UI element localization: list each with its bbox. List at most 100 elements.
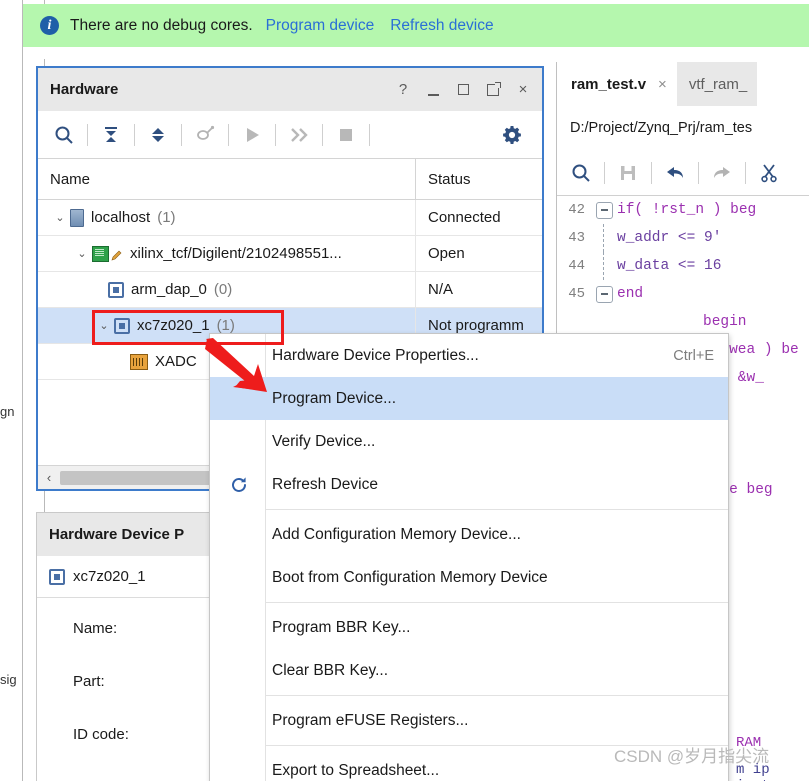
tree-item-status: Connected (428, 209, 501, 226)
minimize-icon[interactable] (425, 80, 441, 99)
maximize-icon[interactable] (455, 82, 471, 98)
line-number: 45 (568, 286, 585, 302)
toolbar-separator (698, 161, 699, 184)
hardware-panel-titlebar: Hardware ? × (38, 68, 542, 111)
table-row[interactable]: arm_dap_0 (0) N/A (38, 272, 542, 308)
menu-item-clear-bbr-key[interactable]: Clear BBR Key... (210, 649, 728, 692)
menu-item-program-bbr-key[interactable]: Program BBR Key... (210, 606, 728, 649)
code-text: if( !rst_n ) beg (617, 202, 757, 218)
tab-ram_test-v[interactable]: ram_test.v × (557, 62, 677, 106)
chip-icon (114, 317, 130, 334)
tree-item-status: Open (428, 245, 465, 262)
menu-item-label: Clear BBR Key... (272, 661, 389, 679)
tree-item-label: XADC (155, 353, 197, 370)
chevron-down-icon[interactable]: ⌄ (50, 211, 70, 224)
menu-item-boot-from-configuration-memory-device[interactable]: Boot from Configuration Memory Device (210, 556, 728, 599)
search-icon[interactable] (46, 118, 82, 152)
search-icon[interactable] (563, 156, 599, 190)
auto-connect-icon[interactable] (187, 118, 223, 152)
toolbar-separator (87, 123, 88, 146)
menu-item-label: Program Device... (272, 389, 397, 407)
menu-item-export-to-spreadsheet[interactable]: Export to Spreadsheet... (210, 749, 728, 781)
column-header-status: Status (428, 170, 471, 188)
tree-item-status: N/A (428, 281, 454, 298)
toolbar-separator (275, 123, 276, 146)
menu-separator (266, 745, 728, 746)
chevron-down-icon[interactable]: ⌄ (94, 319, 114, 332)
code-fragment-instance: m ip insta (736, 762, 778, 781)
code-line: 44 w_data <= 16 (557, 252, 809, 280)
help-icon[interactable]: ? (395, 82, 411, 98)
menu-item-hardware-device-properties[interactable]: Hardware Device Properties... Ctrl+E (210, 334, 728, 377)
debug-cores-banner: i There are no debug cores. Program devi… (23, 4, 809, 47)
tree-item-count: (0) (213, 281, 233, 298)
menu-item-label: Hardware Device Properties... (272, 346, 479, 364)
device-name: xc7z020_1 (73, 568, 146, 585)
scroll-left-arrow[interactable]: ‹ (38, 467, 60, 489)
table-row[interactable]: ⌄ xilinx_tcf/Digilent/2102498551... Open (38, 236, 542, 272)
tree-item-count: (1) (216, 317, 235, 334)
menu-item-program-efuse-registers[interactable]: Program eFUSE Registers... (210, 699, 728, 742)
menu-item-refresh-device[interactable]: Refresh Device (210, 463, 728, 506)
code-line: begin (557, 308, 809, 336)
refresh-device-link[interactable]: Refresh device (390, 17, 493, 35)
menu-item-label: Verify Device... (272, 432, 376, 450)
menu-item-label: Add Configuration Memory Device... (272, 525, 521, 543)
menu-separator (266, 602, 728, 603)
code-text: begin (703, 314, 747, 330)
menu-separator (266, 509, 728, 510)
table-row[interactable]: ⌄ localhost (1) Connected (38, 200, 542, 236)
float-icon[interactable] (485, 81, 501, 98)
toolbar-separator (322, 123, 323, 146)
tab-vtf_ram[interactable]: vtf_ram_ (676, 62, 758, 106)
chip-icon (108, 281, 124, 298)
code-line: 43 w_addr <= 9' (557, 224, 809, 252)
toolbar-separator (228, 123, 229, 146)
menu-separator (266, 695, 728, 696)
column-header-name: Name (38, 159, 416, 199)
tree-item-label: localhost (91, 209, 151, 226)
redo-icon[interactable] (704, 156, 740, 190)
fold-guide (591, 224, 617, 252)
chip-icon (49, 568, 65, 585)
left-strip-label-bottom: sig (0, 672, 17, 687)
menu-item-add-configuration-memory-device[interactable]: Add Configuration Memory Device... (210, 513, 728, 556)
tree-item-label: xc7z020_1 (137, 317, 210, 334)
code-line: 42 if( !rst_n ) beg (557, 196, 809, 224)
settings-gear-icon[interactable] (494, 118, 530, 152)
banner-spacer (23, 47, 809, 59)
menu-item-shortcut: Ctrl+E (673, 347, 714, 364)
menu-item-label: Boot from Configuration Memory Device (272, 568, 548, 586)
undo-icon[interactable] (657, 156, 693, 190)
fold-marker-open[interactable] (591, 201, 617, 219)
close-icon[interactable]: × (658, 76, 667, 93)
stop-icon[interactable] (328, 118, 364, 152)
menu-item-verify-device[interactable]: Verify Device... (210, 420, 728, 463)
hardware-toolbar (38, 111, 542, 159)
step-forward-icon[interactable] (281, 118, 317, 152)
collapse-all-icon[interactable] (93, 118, 129, 152)
chevron-down-icon[interactable]: ⌄ (72, 247, 92, 260)
save-icon[interactable] (610, 156, 646, 190)
tab-label: ram_test.v (571, 75, 647, 93)
menu-item-label: Export to Spreadsheet... (272, 761, 440, 779)
program-device-link[interactable]: Program device (266, 17, 375, 35)
run-icon[interactable] (234, 118, 270, 152)
toolbar-separator (651, 161, 652, 184)
left-strip-label-top: gn (0, 404, 15, 419)
context-menu: Hardware Device Properties... Ctrl+E Pro… (209, 333, 729, 781)
toolbar-separator (369, 123, 370, 146)
tree-item-label: arm_dap_0 (131, 281, 207, 298)
code-text: w_addr <= 9' (617, 230, 722, 246)
cut-icon[interactable] (751, 156, 787, 190)
line-number: 42 (568, 202, 585, 218)
toolbar-separator (134, 123, 135, 146)
menu-item-label: Refresh Device (272, 475, 378, 493)
banner-message: There are no debug cores. (70, 16, 253, 34)
code-text: end (617, 286, 644, 302)
expand-collapse-icon[interactable] (140, 118, 176, 152)
fold-marker-close[interactable] (591, 285, 617, 303)
close-icon[interactable]: × (515, 82, 531, 98)
hardware-tree-header: Name Status (38, 159, 542, 200)
menu-item-program-device[interactable]: Program Device... (210, 377, 728, 420)
